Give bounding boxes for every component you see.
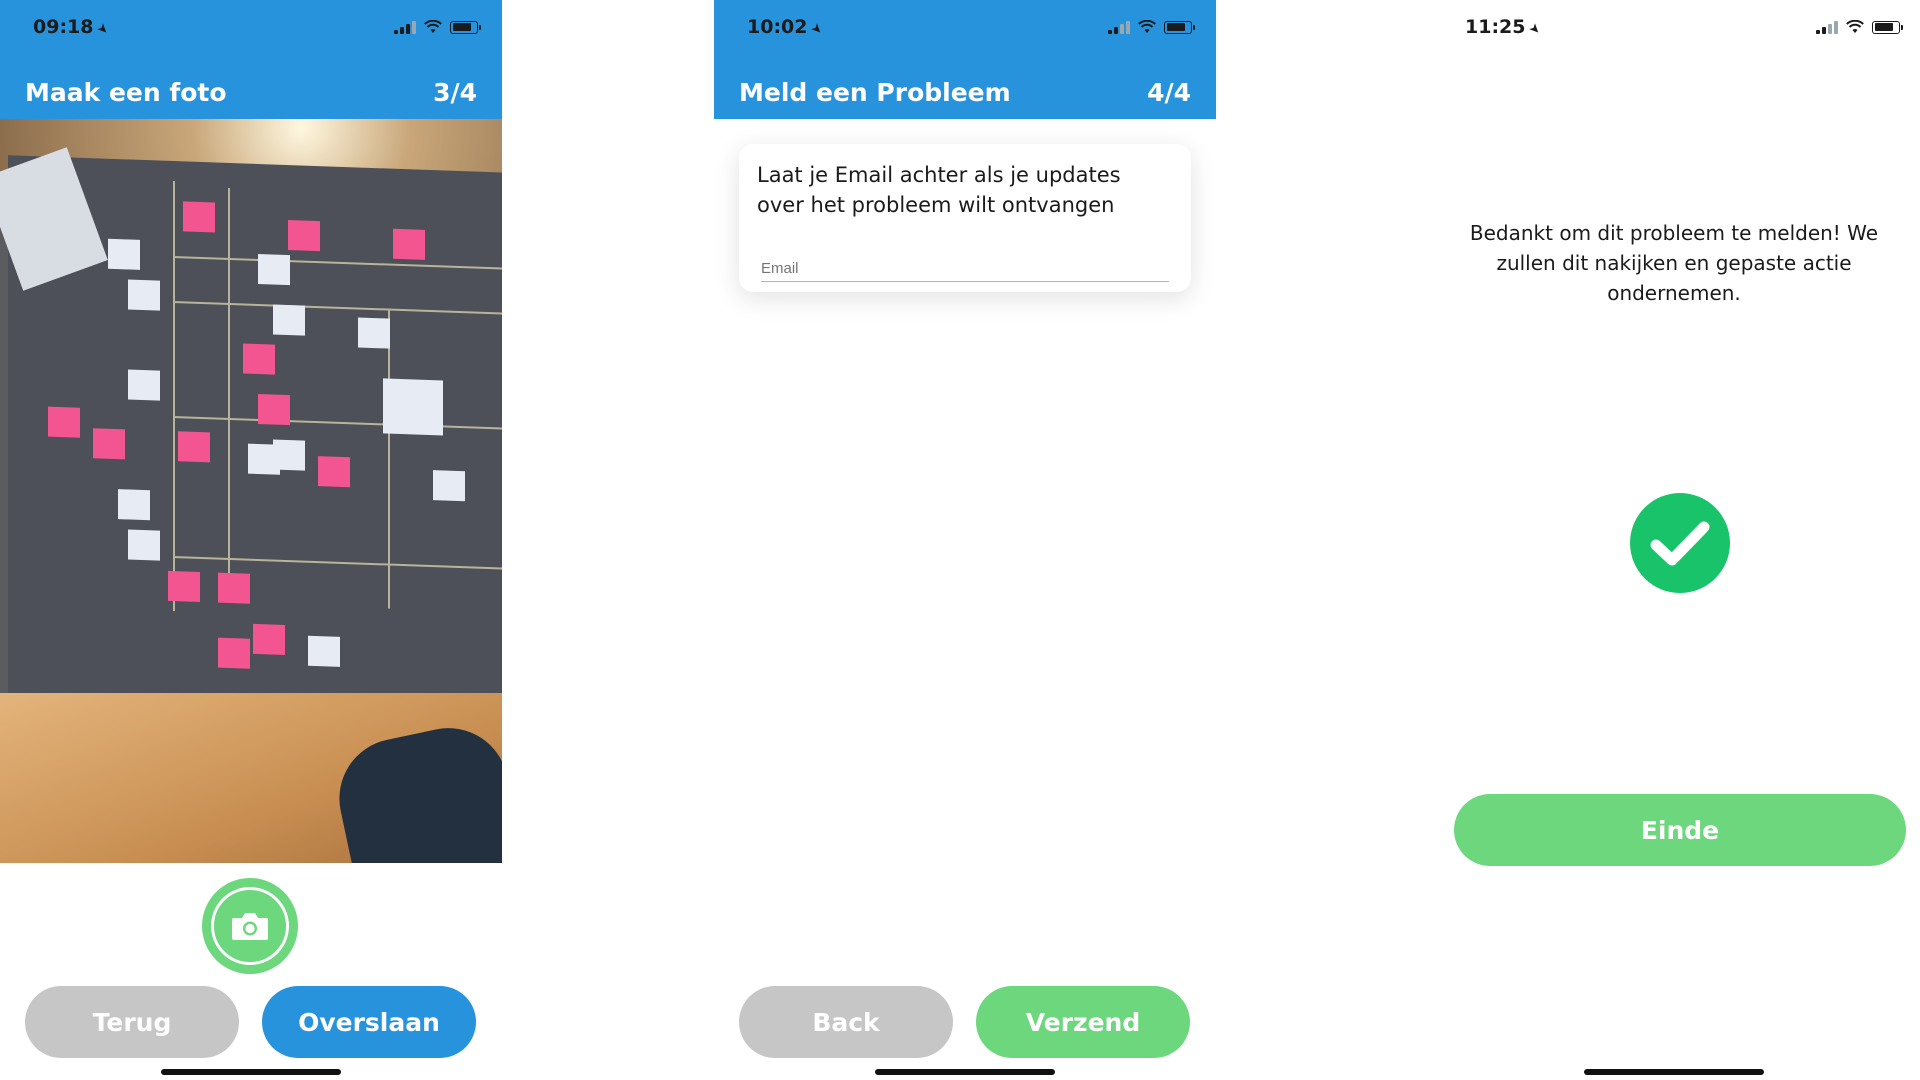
status-icons [1816, 20, 1903, 34]
screen-confirmation: 11:25➤ Bedankt om dit probleem te melden… [1428, 0, 1920, 1080]
signal-icon [1108, 20, 1130, 34]
wifi-icon [424, 20, 442, 33]
signal-icon [1816, 20, 1838, 34]
confirmation-message: Bedankt om dit probleem te melden! We zu… [1469, 221, 1879, 305]
home-indicator [161, 1069, 341, 1075]
page-title: Maak een foto [25, 78, 227, 107]
success-badge [1630, 493, 1730, 593]
camera-icon [232, 913, 268, 940]
checkmark-icon [1650, 521, 1710, 566]
battery-icon [1164, 20, 1195, 34]
location-icon: ➤ [1525, 20, 1545, 39]
done-button[interactable]: Einde [1454, 794, 1906, 866]
email-field[interactable] [761, 256, 1169, 282]
email-prompt: Laat je Email achter als je updates over… [757, 163, 1121, 217]
screen-take-photo: 09:18➤ Maak een foto 3/4 Terug Overslaan [0, 0, 502, 1080]
send-button[interactable]: Verzend [976, 986, 1190, 1058]
status-icons [394, 20, 481, 34]
screen-report-problem: 10:02➤ Meld een Probleem 4/4 Laat je Ema… [714, 0, 1216, 1080]
status-time: 11:25➤ [1465, 16, 1545, 39]
capture-photo-button[interactable] [202, 878, 298, 974]
status-time: 09:18➤ [33, 16, 113, 39]
page-title: Meld een Probleem [739, 78, 1011, 107]
home-indicator [1584, 1069, 1764, 1075]
skip-button[interactable]: Overslaan [262, 986, 476, 1058]
camera-preview [0, 119, 502, 863]
step-indicator: 4/4 [1147, 78, 1191, 107]
back-button[interactable]: Terug [25, 986, 239, 1058]
status-time: 10:02➤ [747, 16, 827, 39]
status-icons [1108, 20, 1195, 34]
signal-icon [394, 20, 416, 34]
wifi-icon [1138, 20, 1156, 33]
wifi-icon [1846, 20, 1864, 33]
battery-icon [450, 20, 481, 34]
email-card: Laat je Email achter als je updates over… [739, 144, 1191, 292]
back-button[interactable]: Back [739, 986, 953, 1058]
home-indicator [875, 1069, 1055, 1075]
battery-icon [1872, 20, 1903, 34]
step-indicator: 3/4 [433, 78, 477, 107]
